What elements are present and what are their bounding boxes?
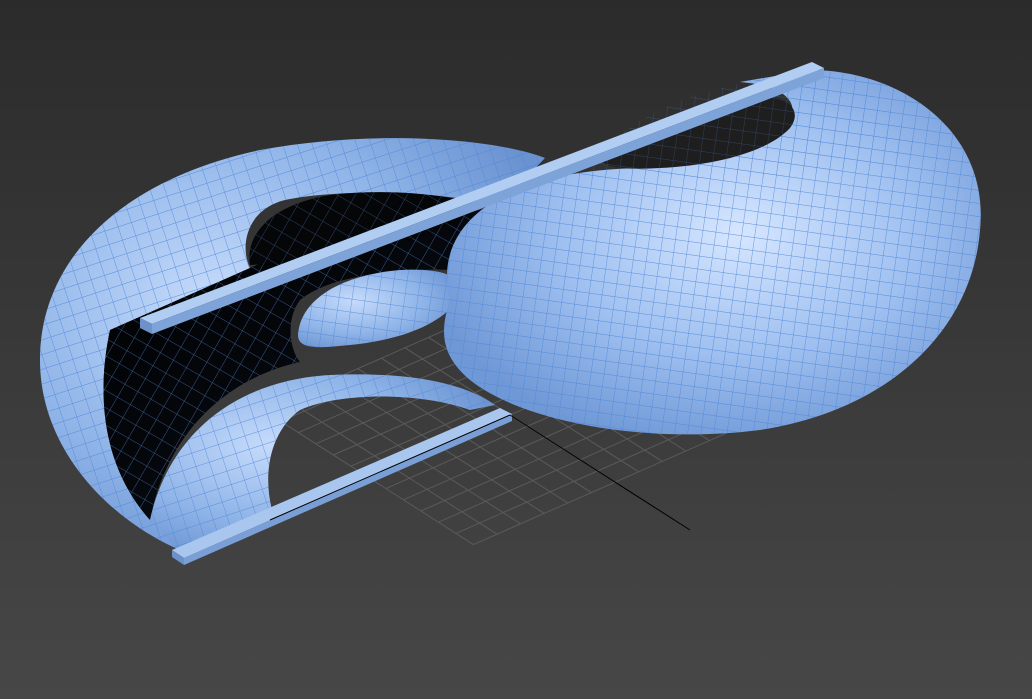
- viewport-scene[interactable]: [0, 0, 1032, 699]
- perspective-viewport[interactable]: [0, 0, 1032, 699]
